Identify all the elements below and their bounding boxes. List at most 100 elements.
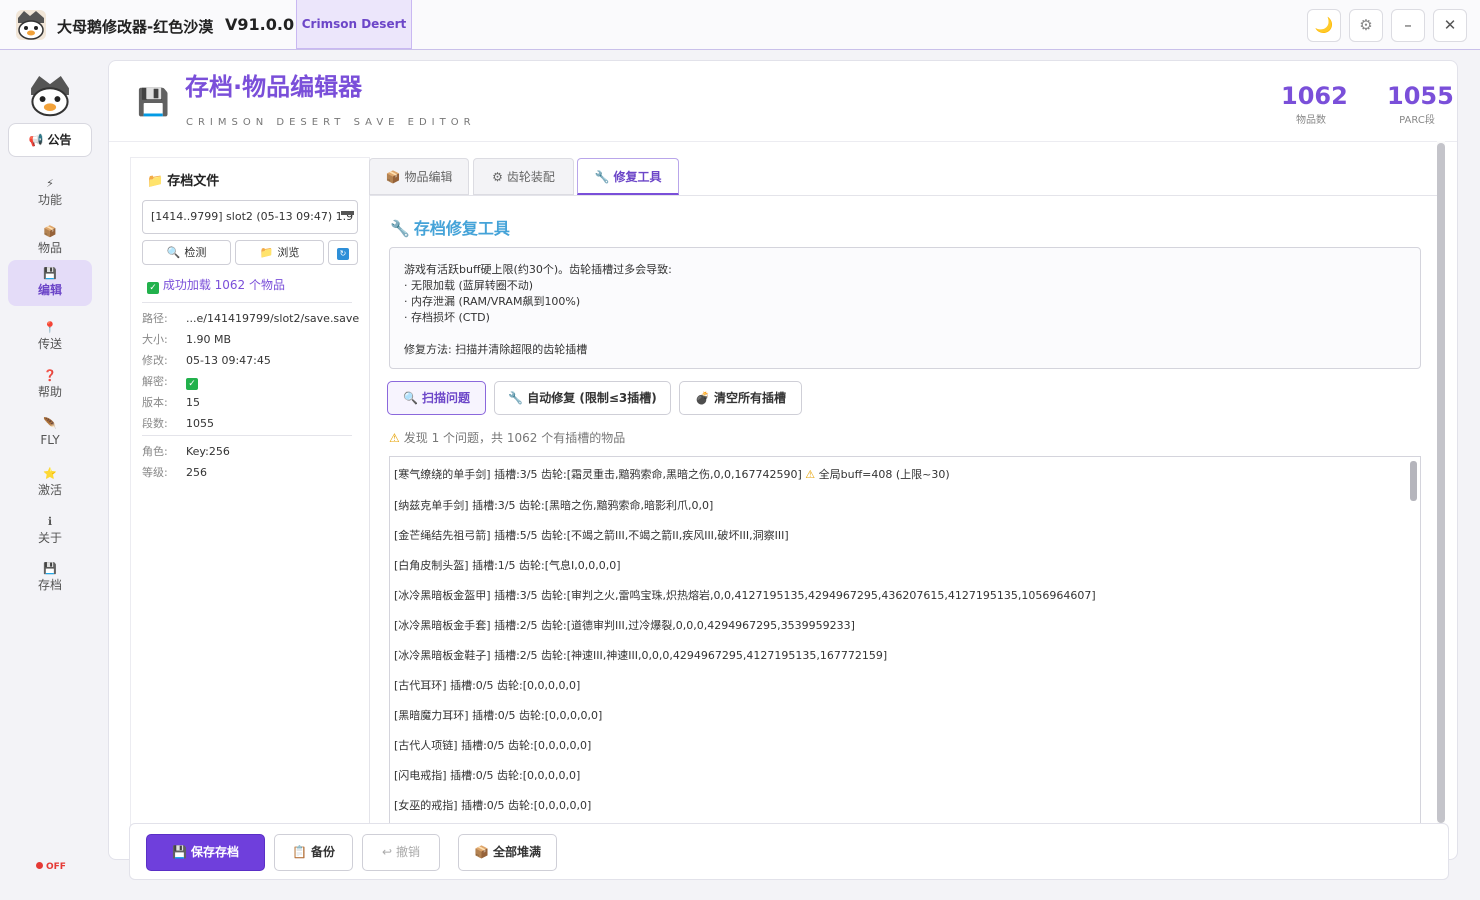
nav-items[interactable]: 📦 物品 [8, 218, 92, 264]
info-key: 解密: [142, 375, 168, 388]
info-size: 大小: 1.90 MB [142, 331, 231, 347]
scan-summary: ⚠ 发现 1 个问题，共 1062 个有插槽的物品 [389, 429, 625, 446]
main-scrollbar[interactable] [1437, 141, 1445, 859]
nav-label: 编辑 [37, 283, 62, 297]
nav-label: 存档 [37, 578, 62, 592]
info-modified: 修改: 05-13 09:47:45 [142, 352, 271, 368]
browse-button[interactable]: 📁 浏览 [235, 240, 324, 265]
moon-icon: 🌙 [1314, 16, 1334, 34]
scan-button[interactable]: 🔍 扫描问题 [387, 381, 486, 415]
info-key: 版本: [142, 396, 168, 409]
nav-fly[interactable]: 🪶 FLY [8, 410, 92, 456]
list-item: [闪电戒指] 插槽:0/5 齿轮:[0,0,0,0,0] [394, 769, 581, 782]
stat-parc: 1055 PARC段 [1387, 81, 1454, 126]
result-warning: 全局buff=408 (上限~30) [818, 468, 950, 481]
nav-activate[interactable]: ⭐ 激活 [8, 460, 92, 506]
stat-label: PARC段 [1399, 115, 1435, 126]
status-badge: OFF [36, 862, 66, 872]
settings-button[interactable]: ⚙ [1349, 9, 1383, 42]
save-panel-title: 📁 存档文件 [147, 170, 219, 189]
info-key: 路径: [142, 312, 168, 325]
nav-features[interactable]: ⚡ 功能 [8, 170, 92, 216]
minimize-button[interactable]: – [1391, 9, 1425, 42]
bomb-icon: 💣 [695, 391, 710, 405]
results-scrollbar[interactable] [1410, 461, 1417, 501]
stat-value: 1055 [1387, 82, 1454, 110]
app-title: 大母鹅修改器-红色沙漠 [57, 18, 214, 36]
clear-slots-label: 清空所有插槽 [713, 391, 786, 405]
action-bar: 💾 保存存档 📋 备份 ↩ 撤销 📦 全部堆满 [129, 823, 1449, 880]
load-status-label: 成功加载 1062 个物品 [162, 278, 285, 292]
backup-button[interactable]: 📋 备份 [274, 834, 353, 871]
nav-save[interactable]: 💾 存档 [8, 555, 92, 601]
clear-slots-button[interactable]: 💣 清空所有插槽 [679, 381, 802, 415]
info-value: 15 [186, 396, 200, 409]
box-icon: 📦 [474, 845, 489, 859]
undo-button[interactable]: ↩ 撤销 [362, 834, 440, 871]
scan-results-list[interactable]: [寒气缭绕的单手剑] 插槽:3/5 齿轮:[霜灵重击,黯鸦索命,黑暗之伤,0,0… [389, 456, 1421, 859]
repair-title-label: 存档修复工具 [413, 219, 510, 238]
info-character: 角色: Key:256 [142, 443, 230, 459]
nav-label: 帮助 [37, 385, 62, 399]
game-tab[interactable]: Crimson Desert [296, 0, 412, 49]
tab-label: 齿轮装配 [506, 170, 555, 184]
info-key: 修改: [142, 354, 168, 367]
info-value: 1.90 MB [186, 333, 232, 346]
divider [142, 435, 352, 436]
nav-about[interactable]: ℹ 关于 [8, 508, 92, 554]
nav-help[interactable]: ❓ 帮助 [8, 362, 92, 408]
warning-icon: ⚠ [389, 431, 400, 445]
nav-edit[interactable]: 💾 编辑 [8, 260, 92, 306]
notice-label: 公告 [47, 133, 72, 147]
feather-icon: 🪶 [43, 417, 57, 430]
tab-repair-tool[interactable]: 🔧 修复工具 [577, 158, 679, 195]
nav-teleport[interactable]: 📍 传送 [8, 314, 92, 360]
list-item: [白角皮制头盔] 插槽:1/5 齿轮:[气息I,0,0,0,0] [394, 559, 621, 572]
question-icon: ❓ [43, 369, 57, 382]
list-item: [纳兹克单手剑] 插槽:3/5 齿轮:[黑暗之伤,黯鸦索命,暗影利爪,0,0] [394, 499, 714, 512]
save-panel-title-label: 存档文件 [167, 174, 220, 189]
info-segments: 段数: 1055 [142, 415, 214, 431]
folder-icon: 📁 [259, 246, 274, 259]
save-button[interactable]: 💾 保存存档 [146, 834, 265, 871]
close-button[interactable]: ✕ [1433, 9, 1467, 42]
wrench-icon: 🔧 [508, 391, 524, 405]
sidebar: 📢 公告 ⚡ 功能 📦 物品 💾 编辑 📍 传送 ❓ 帮助 🪶 FLY ⭐ 激活 ℹ 关于 💾 存档… [0, 50, 100, 900]
list-item: [寒气缭绕的单手剑] 插槽:3/5 齿轮:[霜灵重击,黯鸦索命,黑暗之伤,0,0… [394, 466, 950, 482]
editor-content: 📦 物品编辑 ⚙ 齿轮装配 🔧 修复工具 🔧 存档修复工具 游戏有活跃buff硬上限(约… [369, 157, 1439, 859]
refresh-button[interactable]: ↻ [328, 240, 358, 265]
app-version: V91.0.0 [225, 15, 295, 34]
info-icon: ℹ [47, 515, 53, 528]
search-icon: 🔍 [166, 246, 181, 259]
floppy-icon: 💾 [137, 88, 170, 118]
box-icon: 📦 [385, 170, 401, 184]
fill-all-button[interactable]: 📦 全部堆满 [458, 834, 557, 871]
save-file-panel: 📁 存档文件 [1414..9799] slot2 (05-13 09:47) 1… [130, 157, 370, 859]
tab-item-edit[interactable]: 📦 物品编辑 [369, 158, 469, 195]
undo-icon: ↩ [381, 845, 393, 859]
info-line: 修复方法: 扫描并清除超限的齿轮插槽 [404, 343, 588, 356]
list-item: [黑暗魔力耳环] 插槽:0/5 齿轮:[0,0,0,0,0] [394, 709, 603, 722]
info-key: 等级: [142, 466, 168, 479]
header-divider [109, 141, 1457, 142]
info-line: · 存档损坏 (CTD) [404, 311, 490, 324]
close-icon: ✕ [1443, 16, 1457, 34]
bolt-icon: ⚡ [46, 177, 54, 190]
info-decrypted: 解密: ✓ [142, 373, 198, 390]
info-value: ...e/141419799/slot2/save.save [186, 312, 360, 325]
notice-button[interactable]: 📢 公告 [8, 123, 92, 157]
status-label: OFF [46, 862, 66, 872]
auto-fix-button[interactable]: 🔧 自动修复 (限制≤3插槽) [494, 381, 671, 415]
backup-label: 备份 [310, 845, 335, 859]
main-scrollbar-thumb[interactable] [1437, 143, 1445, 823]
refresh-icon: ↻ [337, 248, 349, 260]
tab-gear-assembly[interactable]: ⚙ 齿轮装配 [473, 158, 574, 195]
theme-toggle-button[interactable]: 🌙 [1307, 9, 1341, 42]
save-file-select[interactable]: [1414..9799] slot2 (05-13 09:47) 1.9 [142, 200, 358, 234]
info-key: 段数: [142, 417, 168, 430]
megaphone-icon: 📢 [28, 133, 44, 147]
repair-info-box: 游戏有活跃buff硬上限(约30个)。齿轮插槽过多会导致: · 无限加载 (蓝屏… [389, 247, 1421, 369]
wrench-icon: 🔧 [594, 170, 610, 184]
detect-button[interactable]: 🔍 检测 [142, 240, 231, 265]
save-label: 保存存档 [190, 845, 239, 859]
